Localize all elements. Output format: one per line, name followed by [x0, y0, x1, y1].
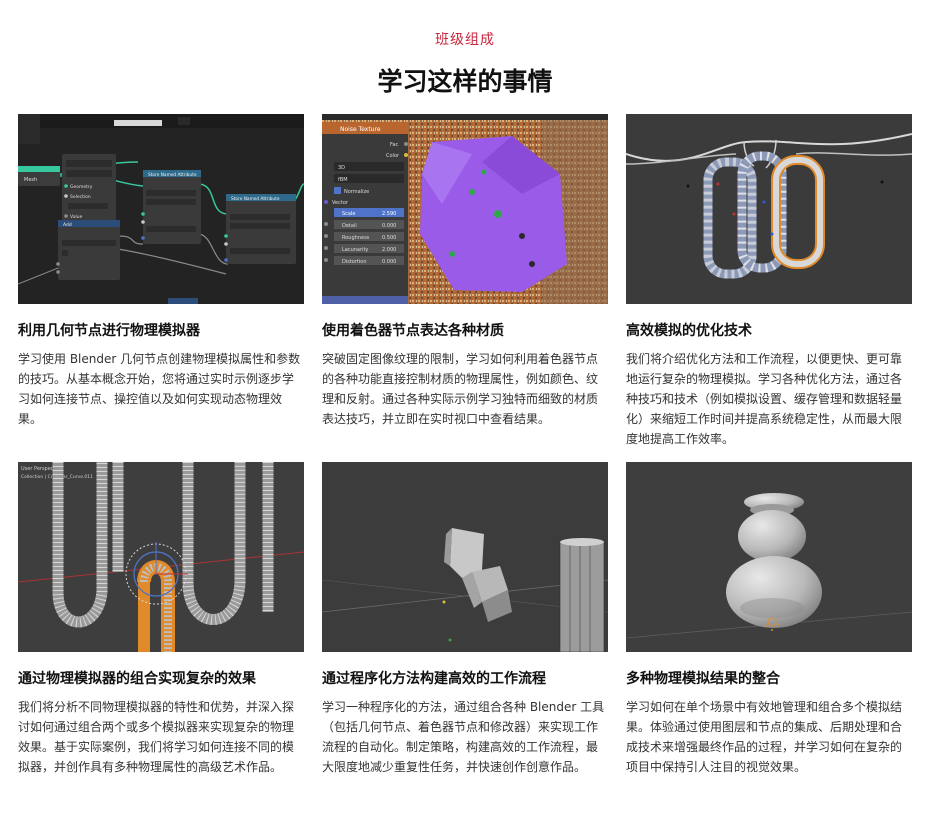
geometry-nodes-screenshot: Mesh Geometry Selection Value Store Name… — [18, 114, 304, 304]
card-title: 利用几何节点进行物理模拟器 — [18, 323, 200, 339]
procedural-blocks-viewport — [322, 462, 608, 652]
svg-text:Fac: Fac — [390, 142, 398, 148]
card-description: 学习使用 Blender 几何节点创建物理模拟属性和参数的技巧。从基本概念开始，… — [18, 352, 301, 426]
svg-text:Noise Texture: Noise Texture — [340, 126, 381, 133]
feature-card-geometry-nodes[interactable]: Mesh Geometry Selection Value Store Name… — [18, 114, 304, 429]
card-thumbnail: Mesh Geometry Selection Value Store Name… — [18, 114, 304, 304]
svg-text:3D: 3D — [338, 165, 345, 171]
svg-text:Detail: Detail — [342, 223, 357, 229]
svg-text:Store Named Attribute: Store Named Attribute — [148, 172, 197, 178]
svg-text:2.590: 2.590 — [382, 211, 396, 217]
svg-text:0.000: 0.000 — [382, 223, 396, 229]
rope-simulation-viewport: User Perspective Collection | Crossbar_C… — [18, 462, 304, 652]
svg-text:fBM: fBM — [338, 177, 348, 183]
svg-text:Store Named Attribute: Store Named Attribute — [231, 196, 280, 202]
svg-text:Scale: Scale — [342, 211, 355, 217]
svg-text:Color: Color — [386, 153, 400, 159]
card-description: 学习如何在单个场景中有效地管理和组合多个模拟结果。体验通过使用图层和节点的集成、… — [626, 700, 903, 774]
cloth-links-render — [626, 114, 912, 304]
card-thumbnail: User Perspective Collection | Crossbar_C… — [18, 462, 304, 652]
svg-text:Roughness: Roughness — [342, 235, 370, 241]
card-thumbnail — [626, 462, 912, 652]
card-description: 我们将分析不同物理模拟器的特性和优势，并深入探讨如何通过组合两个或多个模拟器来实… — [18, 700, 295, 774]
svg-text:0.000: 0.000 — [382, 259, 396, 265]
svg-text:2.000: 2.000 — [382, 247, 396, 253]
feature-grid: Mesh Geometry Selection Value Store Name… — [18, 114, 912, 804]
svg-text:Lacunarity: Lacunarity — [342, 247, 368, 253]
svg-text:Distortion: Distortion — [342, 259, 367, 265]
feature-card-integration[interactable]: 多种物理模拟结果的整合 学习如何在单个场景中有效地管理和组合多个模拟结果。体验通… — [626, 462, 912, 777]
svg-text:0.500: 0.500 — [382, 235, 396, 241]
svg-text:Add: Add — [63, 222, 72, 228]
feature-card-combined-simulators[interactable]: User Perspective Collection | Crossbar_C… — [18, 462, 304, 777]
svg-text:Selection: Selection — [70, 194, 91, 200]
stacked-blobs-render — [626, 462, 912, 652]
feature-card-optimization[interactable]: 高效模拟的优化技术 我们将介绍优化方法和工作流程，以便更快、更可靠地运行复杂的物… — [626, 114, 912, 449]
svg-text:Mesh: Mesh — [24, 177, 37, 183]
card-description: 学习一种程序化的方法，通过组合各种 Blender 工具（包括几何节点、着色器节… — [322, 700, 605, 774]
card-thumbnail: Noise Texture Fac Color 3D fBM Normalize… — [322, 114, 608, 304]
shader-nodes-screenshot: Noise Texture Fac Color 3D fBM Normalize… — [322, 114, 608, 304]
svg-text:Value: Value — [70, 214, 83, 220]
card-description: 突破固定图像纹理的限制，学习如何利用着色器节点的各种功能直接控制材质的物理属性，… — [322, 352, 599, 426]
feature-card-shader-nodes[interactable]: Noise Texture Fac Color 3D fBM Normalize… — [322, 114, 608, 429]
card-thumbnail — [322, 462, 608, 652]
svg-text:Geometry: Geometry — [70, 184, 93, 190]
card-thumbnail — [626, 114, 912, 304]
section-eyebrow: 班级组成 — [435, 32, 495, 48]
section-title: 学习这样的事情 — [377, 67, 553, 96]
card-description: 我们将介绍优化方法和工作流程，以便更快、更可靠地运行复杂的物理模拟。学习各种优化… — [626, 352, 903, 446]
svg-text:Vector: Vector — [332, 200, 349, 206]
svg-text:Normalize: Normalize — [344, 189, 369, 195]
card-title: 通过程序化方法构建高效的工作流程 — [322, 671, 546, 687]
card-title: 多种物理模拟结果的整合 — [626, 671, 780, 687]
feature-card-procedural-workflow[interactable]: 通过程序化方法构建高效的工作流程 学习一种程序化的方法，通过组合各种 Blend… — [322, 462, 608, 777]
card-title: 使用着色器节点表达各种材质 — [322, 323, 504, 339]
card-title: 通过物理模拟器的组合实现复杂的效果 — [18, 671, 256, 687]
card-title: 高效模拟的优化技术 — [626, 323, 752, 339]
